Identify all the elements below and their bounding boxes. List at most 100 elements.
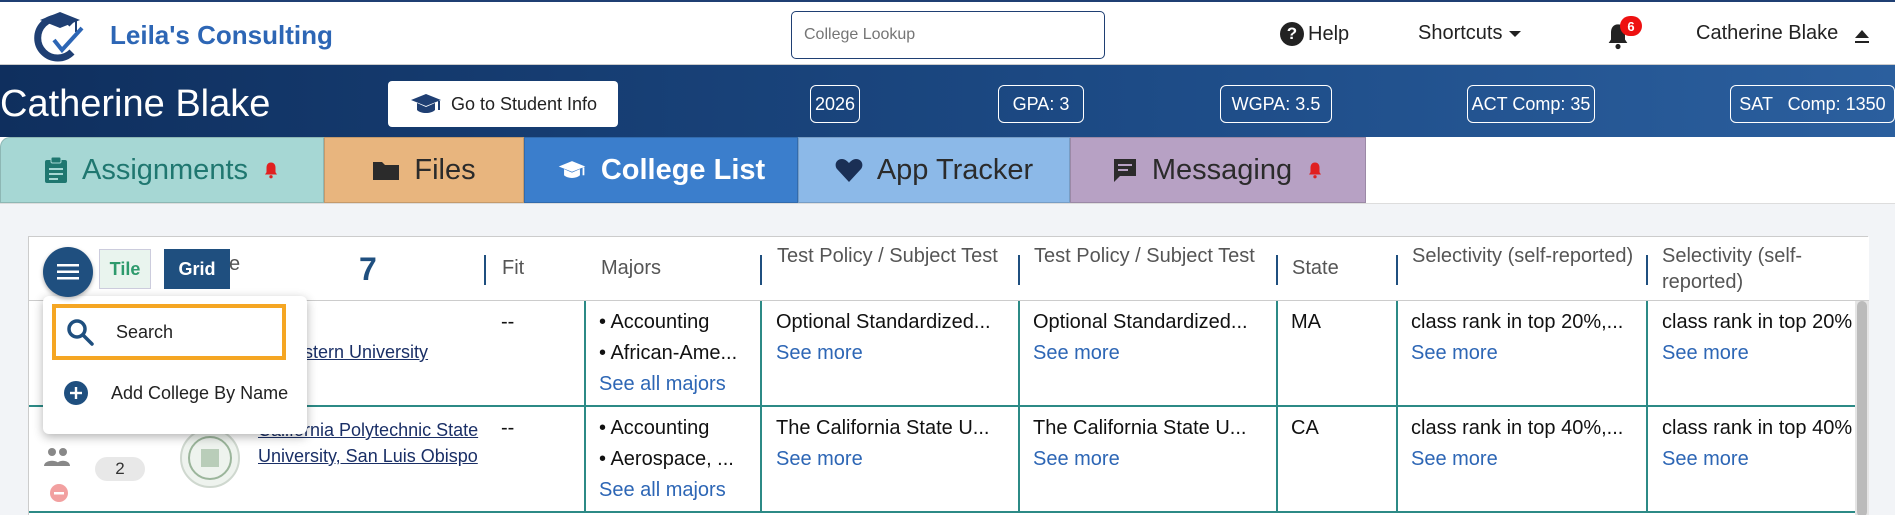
selectivity-value: class rank in top 20% [1662,311,1853,333]
tab-files-label: Files [414,153,476,186]
selectivity-column-header[interactable]: Selectivity (self-reported) [1662,243,1852,295]
see-all-majors-link[interactable]: See all majors [599,369,726,399]
see-more-link[interactable]: See more [1662,444,1749,474]
name-column-header: e [229,253,241,275]
menu-item-add-college-label: Add College By Name [111,382,289,403]
search-icon [67,319,94,346]
tab-messaging-label: Messaging [1151,153,1293,186]
see-more-link[interactable]: See more [776,444,863,474]
see-more-link[interactable]: See more [1033,338,1120,368]
see-more-link[interactable]: See more [1662,338,1749,368]
shortcuts-dropdown[interactable]: Shortcuts [1418,22,1522,45]
tab-college-list-label: College List [600,153,766,186]
test-policy-value: The California State U... [776,417,990,439]
selectivity-value: class rank in top 40% [1662,417,1853,439]
menu-item-search-label: Search [116,321,174,342]
graduation-cap-icon [558,161,586,178]
people-icon[interactable] [43,447,71,467]
selectivity-column-header[interactable]: Selectivity (self-reported) [1412,243,1642,269]
clipboard-icon [44,156,67,183]
major-item: • African-Ame... [599,342,738,364]
hamburger-icon [57,264,79,280]
college-count: 7 [359,251,377,287]
column-separator [1646,255,1648,285]
row-divider [1646,301,1648,405]
row-divider [1396,407,1398,511]
caret-up-icon[interactable] [1852,26,1872,46]
folder-icon [373,162,400,180]
stat-wgpa: WGPA: 3.5 [1220,85,1332,123]
fit-value: -- [501,311,515,333]
heart-icon [835,159,863,182]
main-tabs: Assignments Files College List App Track… [0,137,1895,203]
tab-files[interactable]: Files [324,137,524,203]
see-more-link[interactable]: See more [1033,444,1120,474]
rank-badge: 2 [95,457,145,481]
column-separator [760,255,762,285]
actions-menu-button[interactable] [43,247,93,297]
test-policy-value: Optional Standardized... [776,311,991,333]
selectivity-value: class rank in top 20%,... [1411,311,1624,333]
logo-icon[interactable] [32,8,88,62]
remove-icon[interactable] [49,483,69,503]
see-more-link[interactable]: See more [1411,444,1498,474]
row-divider [1276,301,1278,405]
user-name[interactable]: Catherine Blake [1696,22,1838,45]
tab-college-list[interactable]: College List [524,137,798,203]
stat-gpa: GPA: 3 [998,85,1084,123]
go-to-student-info-button[interactable]: Go to Student Info [388,81,618,127]
fit-value: -- [501,417,515,439]
help-label: Help [1308,22,1350,45]
caret-down-icon [1509,30,1522,37]
row-divider [584,301,586,405]
menu-item-add-college[interactable]: Add College By Name [63,380,288,406]
row-divider [1018,407,1020,511]
student-name: Catherine Blake [0,83,271,125]
row-divider [1646,407,1648,511]
message-icon [1113,159,1136,182]
help-link[interactable]: ? Help [1280,22,1349,46]
see-more-link[interactable]: See more [776,338,863,368]
grid-view-toggle[interactable]: Grid [164,249,230,289]
tile-view-toggle[interactable]: Tile [99,249,151,289]
brand-name[interactable]: Leila's Consulting [110,20,333,51]
alert-bell-icon [265,162,277,179]
row-divider [1396,301,1398,405]
row-divider [1018,301,1020,405]
top-bar: Leila's Consulting ? Help Shortcuts 6 Ca… [0,0,1895,65]
stat-year: 2026 [810,85,860,123]
column-separator [1396,255,1398,285]
shortcuts-label: Shortcuts [1418,22,1503,44]
test-policy-column-header[interactable]: Test Policy / Subject Test [1034,243,1274,269]
column-separator [1018,255,1020,285]
major-item: • Accounting [599,311,710,333]
college-lookup-input[interactable] [791,11,1105,59]
tab-assignments[interactable]: Assignments [0,137,324,203]
stat-act: ACT Comp: 35 [1467,85,1595,123]
scrollbar-thumb[interactable] [1857,301,1867,515]
table-header: Tile Grid e 7 Fit Majors Test Policy / S… [29,237,1869,301]
menu-item-search[interactable]: Search [52,304,286,360]
see-all-majors-link[interactable]: See all majors [599,475,726,505]
major-item: • Accounting [599,417,710,439]
actions-menu: Search Add College By Name [43,296,307,434]
state-column-header[interactable]: State [1292,255,1339,281]
test-policy-value: Optional Standardized... [1033,311,1248,333]
fit-column-header[interactable]: Fit [502,255,524,281]
row-divider [760,407,762,511]
majors-column-header[interactable]: Majors [601,255,661,281]
tab-app-tracker[interactable]: App Tracker [798,137,1070,203]
university-seal-icon [180,428,240,488]
alert-bell-icon [1309,162,1322,179]
tab-messaging[interactable]: Messaging [1070,137,1366,203]
state-value: MA [1291,311,1321,333]
selectivity-value: class rank in top 40%,... [1411,417,1624,439]
vertical-scrollbar[interactable] [1855,301,1869,515]
see-more-link[interactable]: See more [1411,338,1498,368]
graduation-cap-icon [410,94,441,113]
stat-sat: SAT Comp: 1350 [1730,85,1895,123]
row-divider [584,407,586,511]
test-policy-column-header[interactable]: Test Policy / Subject Test [777,243,1017,269]
test-policy-value: The California State U... [1033,417,1247,439]
row-divider [1276,407,1278,511]
